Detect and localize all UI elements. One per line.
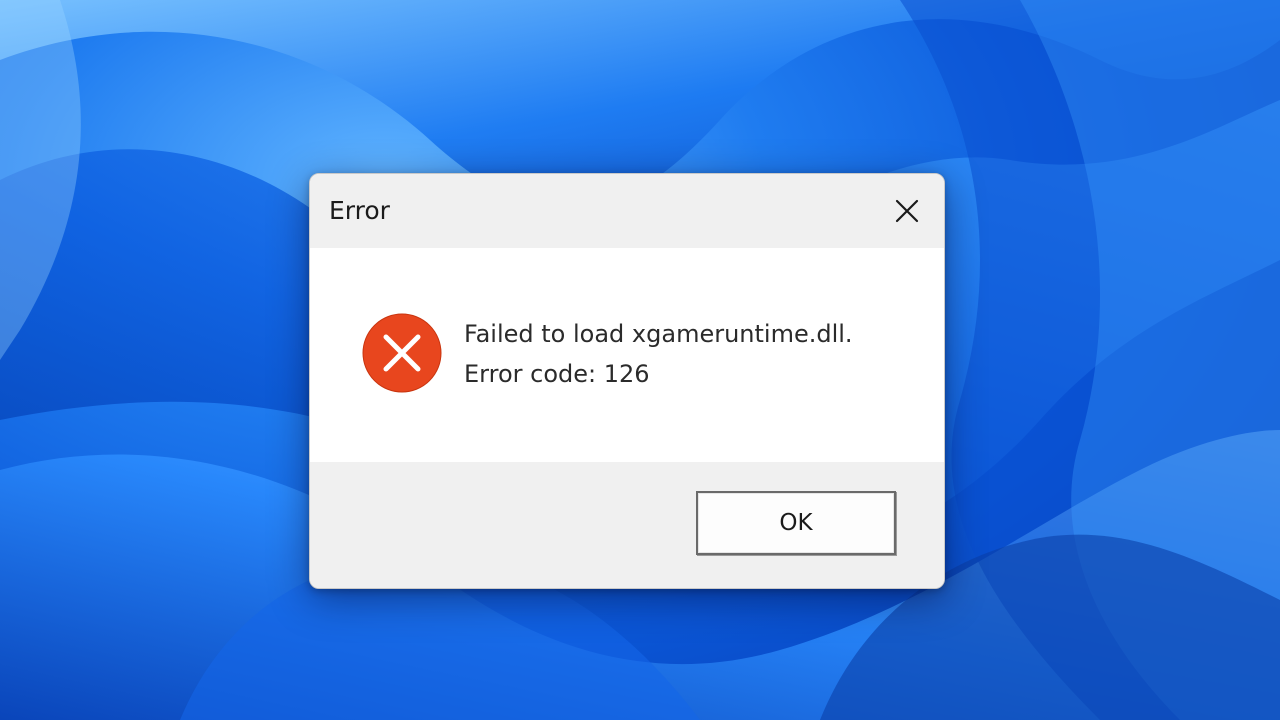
dialog-footer: OK (310, 462, 944, 588)
error-x-icon (362, 313, 442, 393)
dialog-content: Failed to load xgameruntime.dll. Error c… (310, 248, 944, 462)
message-line-1: Failed to load xgameruntime.dll. (464, 320, 853, 348)
ok-button[interactable]: OK (696, 491, 896, 555)
dialog-title: Error (329, 196, 390, 225)
error-dialog: Error Failed to load xgameruntime.dll. E… (309, 173, 945, 589)
close-button[interactable] (884, 188, 930, 234)
close-icon (895, 199, 919, 223)
message-line-2: Error code: 126 (464, 360, 650, 388)
dialog-titlebar[interactable]: Error (310, 174, 944, 248)
error-message: Failed to load xgameruntime.dll. Error c… (464, 314, 853, 394)
